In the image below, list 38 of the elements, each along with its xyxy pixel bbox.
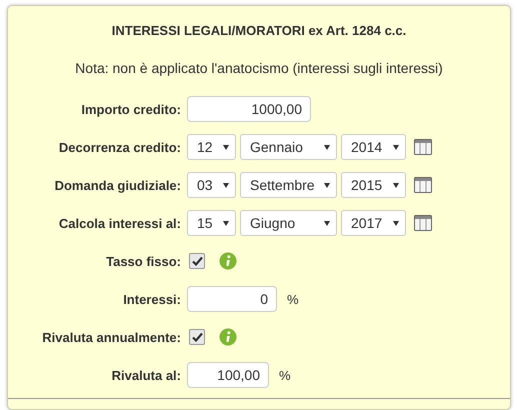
field-label: Interessi: xyxy=(122,292,182,306)
year-select[interactable]: 2017 xyxy=(341,210,406,236)
caret-icon xyxy=(324,182,330,188)
field-label: Tasso fisso: xyxy=(105,254,182,268)
caret-icon xyxy=(393,144,399,150)
caret-icon xyxy=(223,220,229,226)
month-select[interactable]: Settembre xyxy=(240,172,337,198)
calendar-icon[interactable] xyxy=(414,139,432,155)
field-label: Decorrenza credito: xyxy=(58,140,182,154)
input-field[interactable]: 1000,00 xyxy=(187,96,311,122)
year-select[interactable]: 2015 xyxy=(341,172,406,198)
calendar-icon[interactable] xyxy=(414,177,432,193)
month-select[interactable]: Giugno xyxy=(240,210,337,236)
unit-label: % xyxy=(287,292,299,306)
year-select[interactable]: 2014 xyxy=(341,134,406,160)
input-field[interactable]: 100,00 xyxy=(187,362,269,388)
day-select[interactable]: 03 xyxy=(187,172,236,198)
caret-icon xyxy=(223,182,229,188)
note-text: Nota: non è applicato l'anatocismo (interessi sugli interessi) xyxy=(74,60,444,78)
caret-icon xyxy=(393,220,399,226)
field-label: Rivaluta al: xyxy=(110,368,182,382)
form-title: INTERESSI LEGALI/MORATORI ex Art. 1284 c.c. xyxy=(110,22,408,40)
field-label: Rivaluta annualmente: xyxy=(41,330,182,344)
calendar-icon[interactable] xyxy=(414,215,432,231)
unit-label: % xyxy=(279,368,291,382)
field-label: Domanda giudiziale: xyxy=(54,178,182,192)
checkbox[interactable] xyxy=(189,253,205,269)
field-label: Importo credito: xyxy=(80,102,182,116)
input-field[interactable]: 0 xyxy=(187,286,277,312)
caret-icon xyxy=(324,144,330,150)
day-select[interactable]: 15 xyxy=(187,210,236,236)
field-label: Calcola interessi al: xyxy=(58,216,182,230)
day-select[interactable]: 12 xyxy=(187,134,236,160)
month-select[interactable]: Gennaio xyxy=(240,134,337,160)
caret-icon xyxy=(393,182,399,188)
caret-icon xyxy=(324,220,330,226)
caret-icon xyxy=(223,144,229,150)
checkbox[interactable] xyxy=(189,329,205,345)
